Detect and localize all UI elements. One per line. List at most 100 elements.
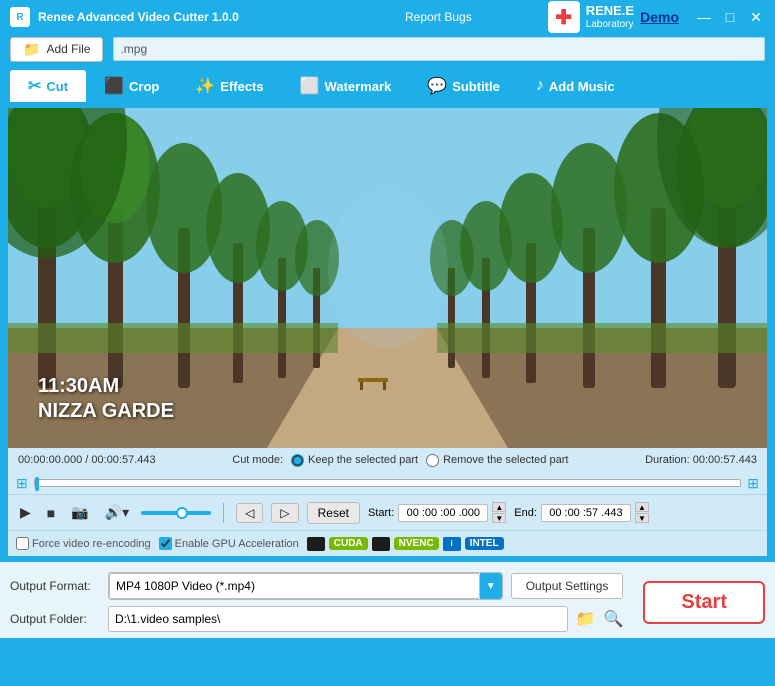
start-time-down[interactable]: ▼ — [492, 513, 506, 523]
start-time-group: Start: ▲ ▼ — [368, 502, 506, 523]
gpu-badges: CUDA NVENC i INTEL — [307, 537, 504, 551]
tab-crop[interactable]: ⬛ Crop — [86, 70, 177, 102]
title-bar: R Renee Advanced Video Cutter 1.0.0 Repo… — [0, 0, 775, 32]
video-timestamp: 11:30AM — [38, 375, 119, 398]
bottom-section: Output Format: MP4 1080P Video (*.mp4) ▼… — [0, 562, 775, 638]
volume-dropdown-button[interactable]: 🔊▾ — [101, 502, 133, 523]
controls-bar: ▶ ■ 📷 🔊▾ ◁ ▷ Reset Start: ▲ ▼ End: ▲ ▼ — [8, 494, 767, 530]
report-bugs-link[interactable]: Report Bugs — [405, 10, 472, 24]
seekbar-handle[interactable] — [35, 477, 39, 491]
folder-row: Output Folder: D:\1.video samples\ 📁 🔍 — [10, 606, 623, 632]
left-bottom: Output Format: MP4 1080P Video (*.mp4) ▼… — [10, 572, 623, 632]
subtitle-tab-icon: 💬 — [427, 76, 447, 96]
seek-expand-right-icon[interactable]: ⊞ — [747, 475, 759, 492]
remove-radio[interactable] — [426, 454, 439, 467]
addmusic-tab-icon: ♪ — [536, 77, 544, 95]
maximize-button[interactable]: □ — [721, 9, 739, 25]
reset-button[interactable]: Reset — [307, 502, 360, 524]
nav-tabs: ✂ Cut ⬛ Crop ✨ Effects ⬜ Watermark 💬 Sub… — [0, 66, 775, 102]
timeline-info-bar: 00:00:00.000 / 00:00:57.443 Cut mode: Ke… — [8, 448, 767, 472]
tab-cut-label: Cut — [46, 79, 68, 94]
format-select[interactable]: MP4 1080P Video (*.mp4) — [109, 573, 480, 599]
tab-addmusic-label: Add Music — [549, 79, 615, 94]
logo-icon: ✚ — [548, 1, 580, 33]
seekbar[interactable] — [34, 479, 742, 487]
gpu-accel-option[interactable]: Enable GPU Acceleration — [159, 537, 299, 550]
snapshot-button[interactable]: 📷 — [67, 502, 92, 523]
start-button[interactable]: Start — [643, 581, 765, 624]
tab-cut[interactable]: ✂ Cut — [10, 70, 86, 102]
intel-badge: INTEL — [465, 537, 504, 550]
frame-next-button[interactable]: ▷ — [271, 503, 298, 523]
format-dropdown-button[interactable]: ▼ — [480, 573, 502, 599]
start-time-spinner: ▲ ▼ — [492, 502, 506, 523]
divider-1 — [223, 503, 224, 523]
volume-slider[interactable] — [141, 511, 211, 515]
force-reencode-option[interactable]: Force video re-encoding — [16, 537, 151, 550]
stop-button[interactable]: ■ — [43, 503, 59, 523]
output-settings-button[interactable]: Output Settings — [511, 573, 624, 599]
demo-link[interactable]: Demo — [640, 9, 679, 25]
format-select-wrapper[interactable]: MP4 1080P Video (*.mp4) ▼ — [108, 572, 503, 600]
file-icon: 📁 — [23, 41, 40, 58]
encoding-row: Force video re-encoding Enable GPU Accel… — [8, 530, 767, 556]
cut-mode-options: Cut mode: Keep the selected part Remove … — [166, 454, 635, 467]
force-reencode-checkbox[interactable] — [16, 537, 29, 550]
keep-radio[interactable] — [291, 454, 304, 467]
video-player[interactable]: 11:30AM NIZZA GARDE — [8, 108, 767, 448]
folder-search-button[interactable]: 🔍 — [604, 609, 624, 629]
title-bar-left: R Renee Advanced Video Cutter 1.0.0 — [10, 7, 239, 27]
filename-display: .mpg — [113, 37, 765, 61]
end-time-group: End: ▲ ▼ — [514, 502, 649, 523]
remove-selected-option[interactable]: Remove the selected part — [426, 454, 568, 467]
start-time-up[interactable]: ▲ — [492, 502, 506, 512]
window-controls: — □ ✕ — [695, 9, 765, 26]
remove-label: Remove the selected part — [443, 454, 568, 466]
watermark-tab-icon: ⬜ — [300, 76, 320, 96]
tab-effects[interactable]: ✨ Effects — [177, 70, 281, 102]
force-reencode-label: Force video re-encoding — [32, 538, 151, 550]
keep-label: Keep the selected part — [308, 454, 418, 466]
effects-tab-icon: ✨ — [195, 76, 215, 96]
folder-browse-button[interactable]: 📁 — [576, 609, 596, 629]
tab-subtitle-label: Subtitle — [452, 79, 500, 94]
add-file-label: Add File — [46, 42, 90, 56]
logo-sub: Laboratory — [586, 19, 634, 31]
format-label: Output Format: — [10, 579, 100, 593]
cut-tab-icon: ✂ — [28, 76, 41, 96]
volume-handle[interactable] — [176, 507, 188, 519]
main-area: 11:30AM NIZZA GARDE 00:00:00.000 / 00:00… — [0, 102, 775, 562]
seek-expand-left-icon[interactable]: ⊞ — [16, 475, 28, 492]
title-bar-right: Report Bugs ✚ RENE.E Laboratory Demo — □… — [405, 1, 765, 33]
start-time-input[interactable] — [398, 504, 488, 522]
end-time-down[interactable]: ▼ — [635, 513, 649, 523]
close-button[interactable]: ✕ — [747, 9, 765, 26]
end-time-up[interactable]: ▲ — [635, 502, 649, 512]
minimize-button[interactable]: — — [695, 9, 713, 25]
folder-label: Output Folder: — [10, 612, 100, 626]
gpu-accel-checkbox[interactable] — [159, 537, 172, 550]
duration-display: Duration: 00:00:57.443 — [645, 454, 757, 466]
tab-subtitle[interactable]: 💬 Subtitle — [409, 70, 518, 102]
intel-icon: i — [443, 537, 461, 551]
nvidia-icon-nvenc — [372, 537, 390, 551]
tab-watermark-label: Watermark — [325, 79, 392, 94]
play-button[interactable]: ▶ — [16, 502, 35, 523]
logo-text-area: RENE.E Laboratory — [586, 3, 634, 31]
tab-addmusic[interactable]: ♪ Add Music — [518, 70, 633, 102]
format-row: Output Format: MP4 1080P Video (*.mp4) ▼… — [10, 572, 623, 600]
tab-effects-label: Effects — [220, 79, 263, 94]
folder-path-display[interactable]: D:\1.video samples\ — [108, 606, 568, 632]
cuda-badge: CUDA — [329, 537, 368, 550]
end-time-input[interactable] — [541, 504, 631, 522]
right-bottom: Start — [633, 572, 765, 632]
cut-mode-label: Cut mode: — [232, 454, 283, 466]
app-icon: R — [10, 7, 30, 27]
add-file-button[interactable]: 📁 Add File — [10, 37, 103, 62]
logo-brand: RENE.E — [586, 3, 634, 19]
frame-prev-button[interactable]: ◁ — [236, 503, 263, 523]
nvenc-badge: NVENC — [394, 537, 439, 550]
keep-selected-option[interactable]: Keep the selected part — [291, 454, 418, 467]
tab-watermark[interactable]: ⬜ Watermark — [282, 70, 410, 102]
start-label: Start: — [368, 507, 394, 519]
